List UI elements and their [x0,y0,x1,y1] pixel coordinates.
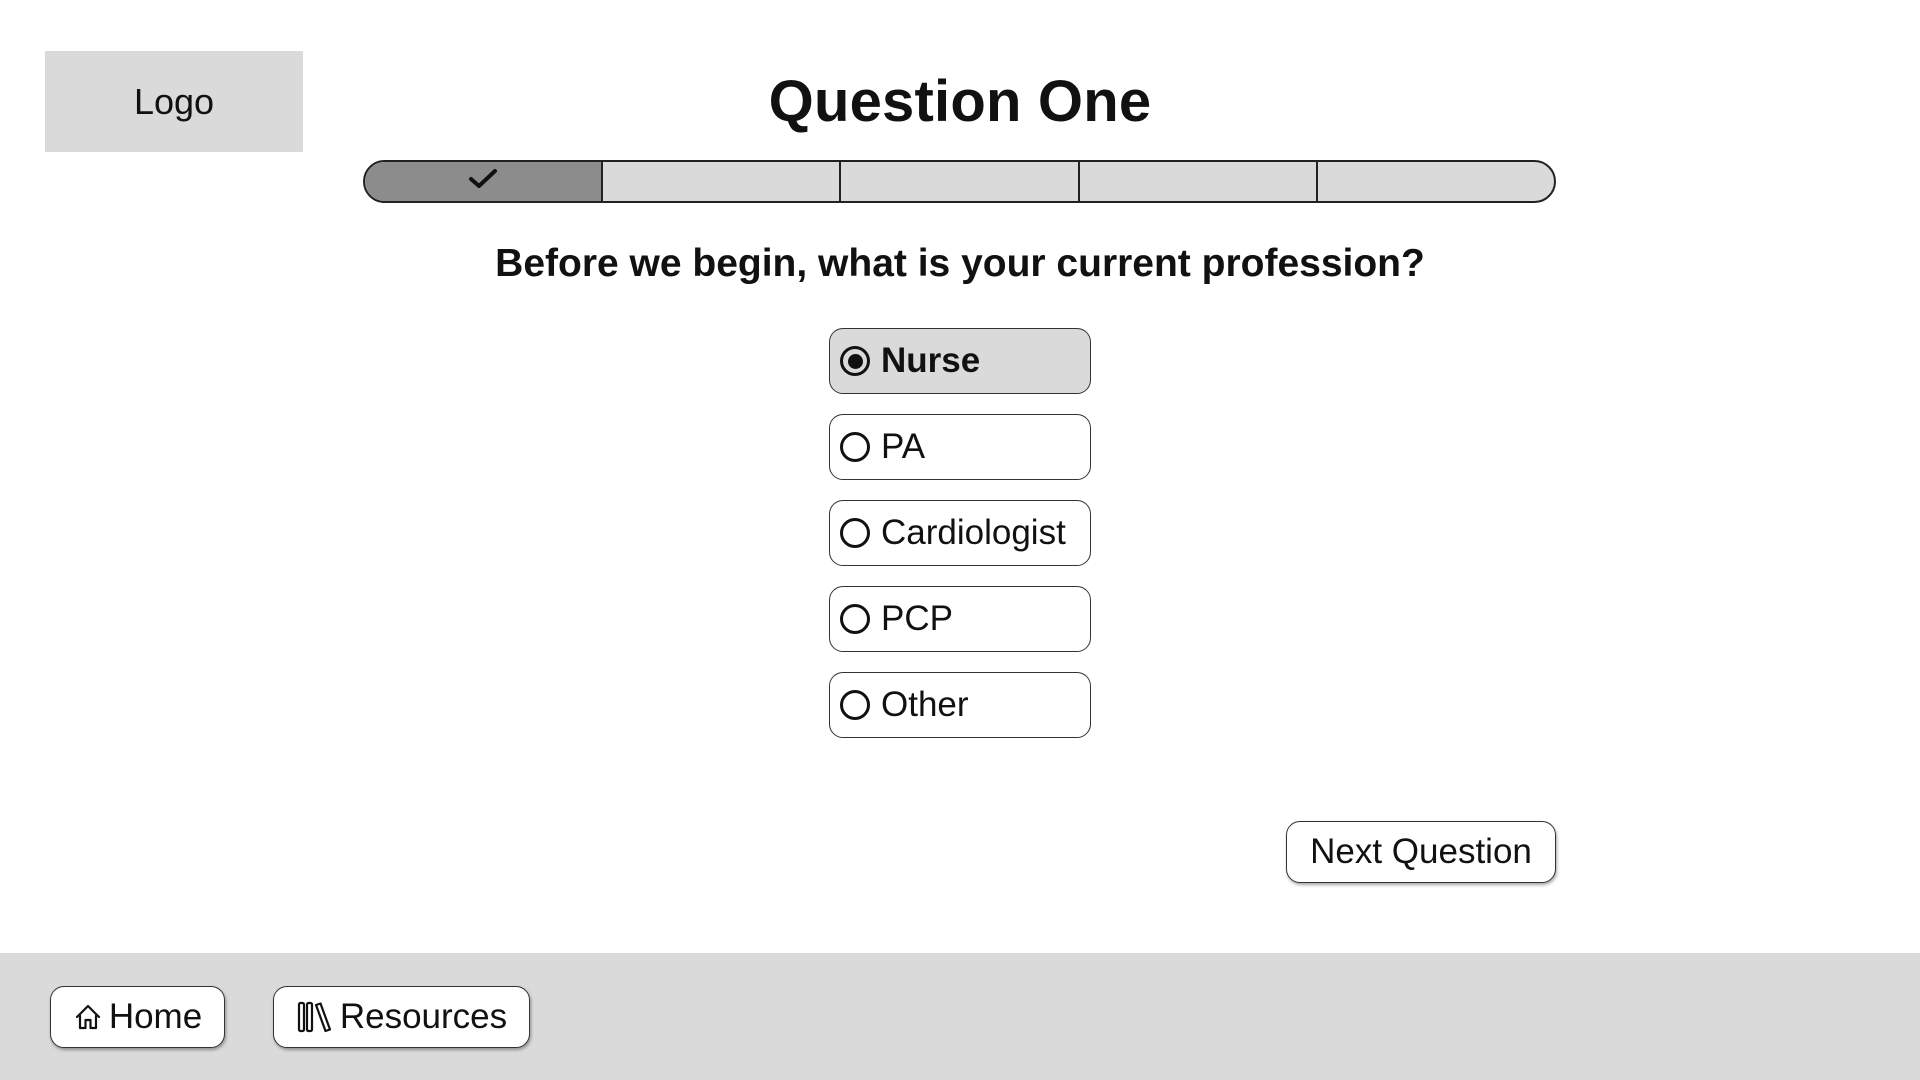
progress-step-2 [603,162,842,201]
option-other[interactable]: Other [829,672,1091,738]
option-label: PA [881,427,926,466]
radio-icon[interactable] [840,518,870,548]
question-text: Before we begin, what is your current pr… [495,242,1425,285]
home-icon [73,1002,103,1032]
answer-options: Nurse PA Cardiologist PCP Other [829,328,1091,758]
option-pa[interactable]: PA [829,414,1091,480]
option-label: PCP [881,599,953,638]
progress-bar [363,160,1556,203]
option-nurse[interactable]: Nurse [829,328,1091,394]
option-pcp[interactable]: PCP [829,586,1091,652]
option-cardiologist[interactable]: Cardiologist [829,500,1091,566]
radio-selected-icon[interactable] [840,346,870,376]
progress-step-3 [841,162,1080,201]
library-icon [296,1000,334,1034]
footer-bar: Home Resources [0,953,1920,1080]
option-label: Other [881,685,969,724]
option-label: Cardiologist [881,513,1066,552]
home-label: Home [108,997,203,1036]
radio-icon[interactable] [840,432,870,462]
quiz-page: Logo Question One Before we begin, what … [0,0,1920,1080]
progress-step-4 [1080,162,1318,201]
progress-step-5 [1318,162,1554,201]
option-label: Nurse [881,341,981,380]
radio-icon[interactable] [840,690,870,720]
resources-label: Resources [339,997,508,1036]
page-title: Question One [768,69,1152,134]
progress-step-1 [365,162,604,201]
resources-button[interactable]: Resources [273,986,530,1048]
radio-icon[interactable] [840,604,870,634]
next-question-button[interactable]: Next Question [1286,821,1556,883]
checkmark-icon [468,168,498,195]
home-button[interactable]: Home [50,986,225,1048]
